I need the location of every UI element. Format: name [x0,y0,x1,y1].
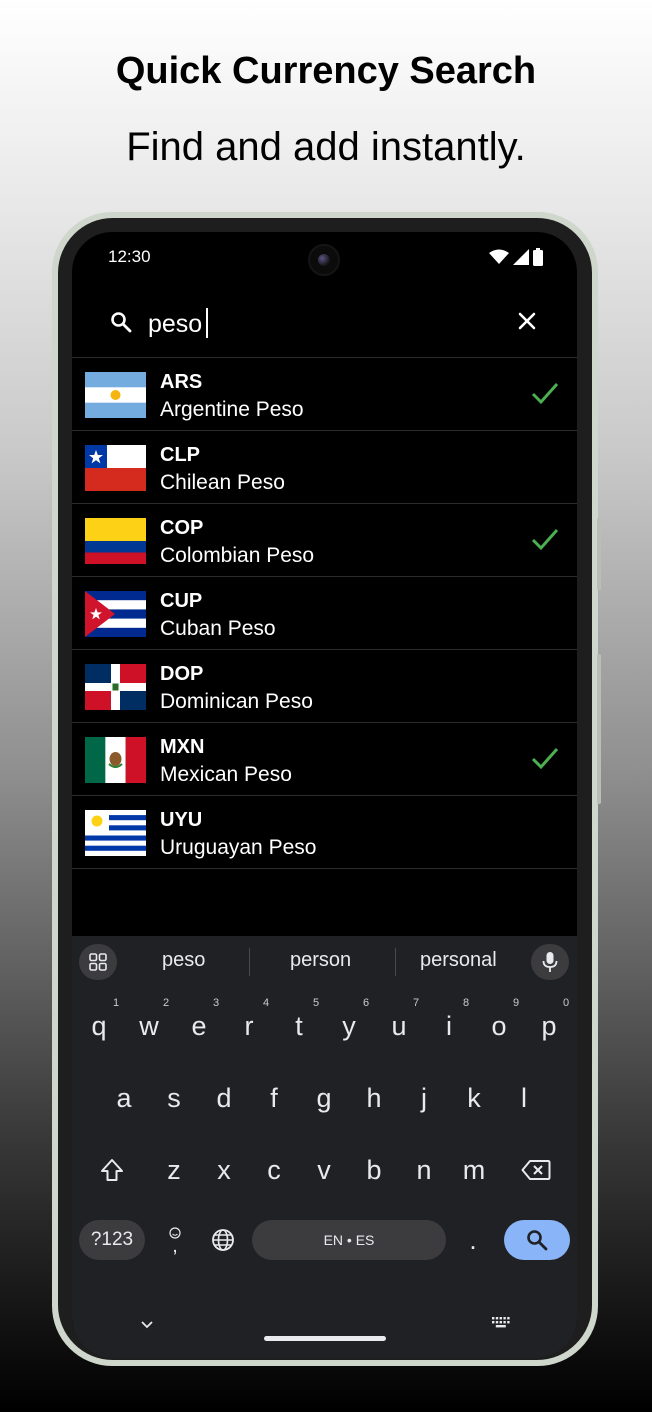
space-key[interactable]: EN • ES [252,1220,446,1260]
promo-subtitle: Find and add instantly. [126,125,526,169]
hide-keyboard-chevron-down-icon[interactable] [140,1320,154,1330]
key-a[interactable]: a [102,1070,146,1126]
checkmark-icon [531,529,559,551]
currency-code: DOP [160,663,204,685]
key-f[interactable]: f [252,1070,296,1126]
currency-name: Argentine Peso [160,398,304,421]
currency-code: CUP [160,590,203,612]
chile-flag-icon [85,445,146,491]
uruguay-flag-icon [85,810,146,856]
keyboard-apps-button[interactable] [79,944,117,980]
backspace-icon [521,1160,551,1180]
symbols-key[interactable]: ?123 [79,1220,145,1260]
suggestion-1[interactable]: peso [162,949,205,972]
mexico-flag-icon [85,737,146,783]
status-time: 12:30 [108,247,151,266]
key-hint-7: 7 [412,997,420,1009]
suggestion-2[interactable]: person [290,949,351,972]
currency-code: COP [160,517,204,539]
key-hint-9: 9 [512,997,520,1009]
phone-screen: 12:30 peso ARS Argentine Peso CLP Chilea… [72,232,577,1358]
key-x[interactable]: x [202,1142,246,1198]
shift-key[interactable] [90,1142,134,1198]
currency-name: Dominican Peso [160,690,313,713]
currency-list: ARS Argentine Peso CLP Chilean Peso COP … [72,357,577,869]
key-k[interactable]: k [452,1070,496,1126]
home-gesture-handle[interactable] [264,1336,386,1341]
key-h[interactable]: h [352,1070,396,1126]
power-button [597,518,601,590]
currency-name: Colombian Peso [160,544,315,567]
key-hint-5: 5 [312,997,320,1009]
emoji-comma-key[interactable]: , [160,1220,190,1260]
front-camera [308,244,340,276]
currency-row-ars[interactable]: ARS Argentine Peso [72,358,577,431]
key-v[interactable]: v [302,1142,346,1198]
colombia-flag-icon [85,518,146,564]
wifi-icon [489,249,509,264]
voice-input-button[interactable] [531,944,569,980]
key-hint-3: 3 [212,997,220,1009]
currency-code: MXN [160,736,205,758]
key-hint-0: 0 [562,997,570,1009]
backspace-key[interactable] [514,1142,558,1198]
close-icon[interactable] [516,310,538,332]
checkmark-icon [531,383,559,405]
currency-row-clp[interactable]: CLP Chilean Peso [72,431,577,504]
key-l[interactable]: l [502,1070,546,1126]
search-icon [527,1230,548,1251]
volume-button [597,654,601,804]
currency-code: UYU [160,809,203,831]
language-key[interactable] [208,1220,238,1260]
suggestion-strip: peso person personal [72,936,577,988]
key-hint-4: 4 [262,997,270,1009]
battery-icon [533,248,543,266]
comma-label: , [172,1235,178,1257]
on-screen-keyboard: peso person personal q w e r t y u i o p… [72,936,577,1358]
key-hint-6: 6 [362,997,370,1009]
key-b[interactable]: b [352,1142,396,1198]
dominican-republic-flag-icon [85,664,146,710]
currency-row-cop[interactable]: COP Colombian Peso [72,504,577,577]
globe-icon [212,1229,234,1251]
key-hint-2: 2 [162,997,170,1009]
search-enter-key[interactable] [504,1220,570,1260]
currency-row-uyu[interactable]: UYU Uruguayan Peso [72,796,577,869]
key-hint-8: 8 [462,997,470,1009]
grid-icon [89,953,107,971]
cellular-signal-icon [513,249,529,265]
key-n[interactable]: n [402,1142,446,1198]
currency-name: Uruguayan Peso [160,836,317,859]
text-cursor [206,308,208,338]
shift-icon [101,1159,123,1181]
search-input[interactable] [148,304,488,344]
promo-title: Quick Currency Search [115,50,537,92]
currency-name: Mexican Peso [160,763,292,786]
currency-code: ARS [160,371,203,393]
cuba-flag-icon [85,591,146,637]
search-icon [111,312,132,333]
currency-code: CLP [160,444,200,466]
checkmark-icon [531,748,559,770]
key-hint-1: 1 [112,997,120,1009]
argentina-flag-icon [85,372,146,418]
keyboard-switcher-icon[interactable] [492,1317,510,1329]
currency-name: Chilean Peso [160,471,285,494]
microphone-icon [542,952,558,972]
status-bar: 12:30 [72,232,577,284]
suggestion-3[interactable]: personal [420,949,497,972]
currency-name: Cuban Peso [160,617,276,640]
key-s[interactable]: s [152,1070,196,1126]
key-j[interactable]: j [402,1070,446,1126]
currency-row-cup[interactable]: CUP Cuban Peso [72,577,577,650]
key-c[interactable]: c [252,1142,296,1198]
currency-row-dop[interactable]: DOP Dominican Peso [72,650,577,723]
currency-row-mxn[interactable]: MXN Mexican Peso [72,723,577,796]
search-bar [72,292,577,357]
key-m[interactable]: m [452,1142,496,1198]
key-z[interactable]: z [152,1142,196,1198]
period-key[interactable]: . [458,1220,488,1260]
key-g[interactable]: g [302,1070,346,1126]
key-d[interactable]: d [202,1070,246,1126]
